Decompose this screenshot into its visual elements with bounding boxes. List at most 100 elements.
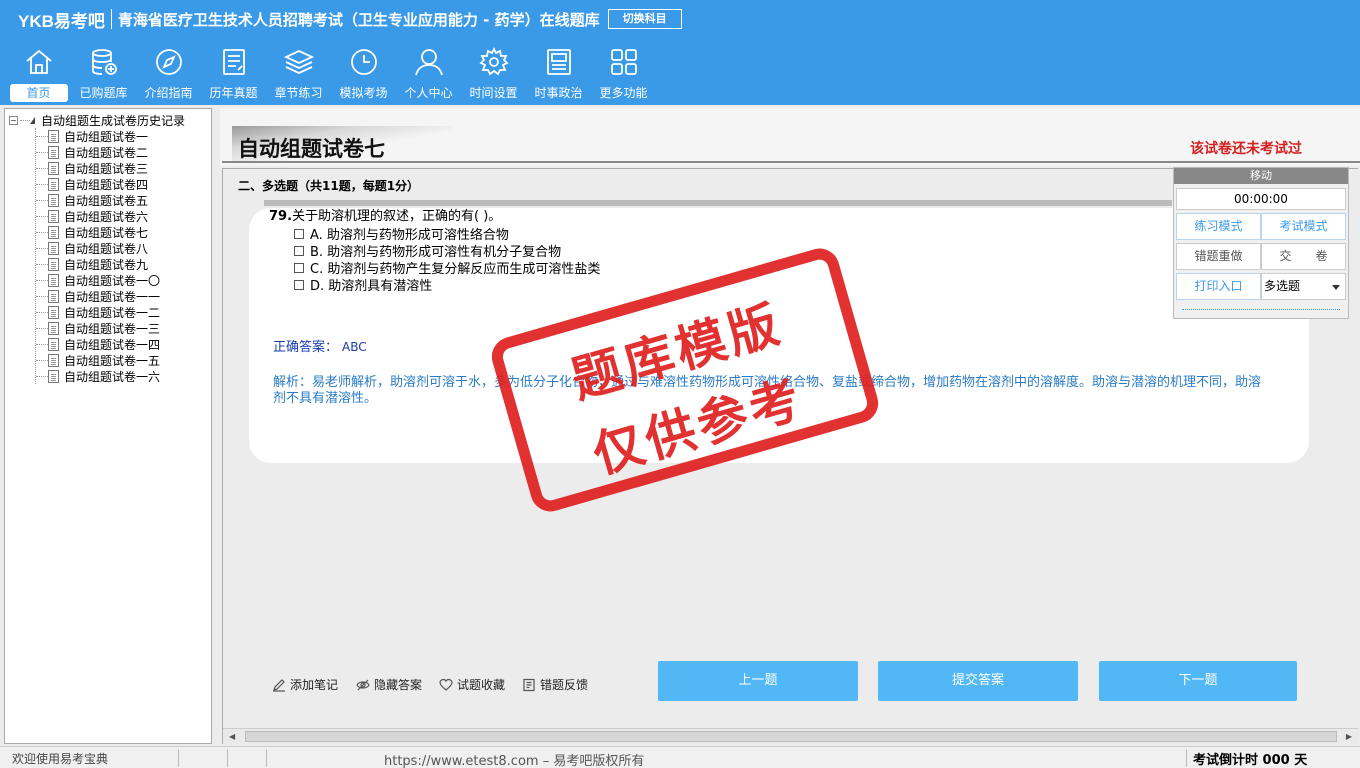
- checkbox[interactable]: [294, 279, 304, 290]
- question-type-select[interactable]: 多选题: [1261, 273, 1346, 300]
- collapse-icon[interactable]: −: [9, 115, 18, 125]
- print-button[interactable]: 打印入口: [1176, 273, 1261, 300]
- scroll-left-icon[interactable]: ◀: [229, 732, 235, 741]
- add-note-action[interactable]: 添加笔记: [272, 676, 338, 693]
- tree-connector: [36, 199, 48, 201]
- option-label: D. 助溶剂具有潜溶性: [310, 279, 433, 294]
- nav-label: 章节练习: [274, 86, 323, 100]
- tree-item-label: 自动组题试卷三: [64, 161, 149, 176]
- gear-icon: [478, 46, 509, 76]
- tree-item[interactable]: 自动组题试卷一五: [36, 352, 160, 368]
- nav-label: 已购题库: [79, 86, 128, 100]
- tool-slider[interactable]: [1182, 304, 1340, 310]
- layers-icon: [283, 50, 314, 74]
- tree-connector: [36, 375, 48, 377]
- tree-item[interactable]: 自动组题试卷六: [36, 208, 160, 224]
- tool-row: 错题重做 交 卷: [1176, 240, 1346, 270]
- switch-subject-button[interactable]: 切换科目: [607, 9, 682, 29]
- nav-label: 介绍指南: [144, 86, 193, 100]
- tree-item[interactable]: 自动组题试卷七: [36, 224, 160, 240]
- tree-item-label: 自动组题试卷一六: [64, 369, 161, 384]
- tree-item[interactable]: 自动组题试卷四: [36, 176, 160, 192]
- next-question-button[interactable]: 下一题: [1099, 661, 1297, 701]
- tree-item[interactable]: 自动组题试卷一六: [36, 368, 160, 384]
- favorite-action[interactable]: 试题收藏: [439, 676, 505, 693]
- tree-connector: [36, 231, 48, 233]
- tree-connector: [36, 183, 48, 185]
- tree-item[interactable]: 自动组题试卷一一: [36, 288, 160, 304]
- option-d[interactable]: D. 助溶剂具有潜溶性: [294, 275, 432, 294]
- document-icon: [48, 289, 59, 303]
- checkbox[interactable]: [294, 262, 304, 273]
- nav-purchased[interactable]: 已购题库: [71, 46, 136, 104]
- tree-root[interactable]: − 自动组题生成试卷历史记录: [9, 112, 185, 128]
- document-icon: [48, 177, 59, 191]
- checkbox[interactable]: [294, 245, 304, 256]
- tree-item-label: 自动组题试卷一〇: [64, 273, 161, 288]
- tree-item[interactable]: 自动组题试卷一二: [36, 304, 160, 320]
- tree-item[interactable]: 自动组题试卷一: [36, 128, 160, 144]
- scroll-thumb[interactable]: [245, 731, 1337, 742]
- nav-label: 更多功能: [599, 86, 648, 100]
- tool-row: 练习模式 考试模式: [1176, 210, 1346, 240]
- tree-connector: [36, 359, 48, 361]
- document-icon: [48, 193, 59, 207]
- submit-answer-button[interactable]: 提交答案: [878, 661, 1078, 701]
- nav-mock-exam[interactable]: 模拟考场: [331, 46, 396, 104]
- redo-wrong-button[interactable]: 错题重做: [1176, 243, 1261, 270]
- checkbox[interactable]: [294, 228, 304, 239]
- tree-item[interactable]: 自动组题试卷五: [36, 192, 160, 208]
- document-icon: [48, 321, 59, 335]
- move-handle[interactable]: 移动: [1174, 168, 1348, 184]
- prev-question-button[interactable]: 上一题: [658, 661, 858, 701]
- tree-item-label: 自动组题试卷七: [64, 225, 149, 240]
- divider: [222, 161, 1360, 163]
- tree-connector: [36, 247, 48, 249]
- document-icon: [48, 369, 59, 383]
- tree-item[interactable]: 自动组题试卷八: [36, 240, 160, 256]
- home-icon: [25, 49, 52, 74]
- nav-label: 时事政治: [534, 86, 583, 100]
- tree-item[interactable]: 自动组题试卷三: [36, 160, 160, 176]
- question-stem: 关于助溶机理的叙述，正确的有( )。: [292, 209, 502, 224]
- main-nav: 首页 已购题库 介绍指南 历年真题 章节练习 模拟考场 个人中心 时间设置 时事…: [6, 46, 656, 104]
- compass-icon: [155, 49, 182, 75]
- question-text: 79.关于助溶机理的叙述，正确的有( )。: [269, 205, 501, 224]
- nav-chapter-practice[interactable]: 章节练习: [266, 46, 331, 104]
- tree-connector: [36, 295, 48, 297]
- nav-home[interactable]: 首页: [6, 46, 71, 104]
- history-tree-panel: − 自动组题生成试卷历史记录 自动组题试卷一 自动组题试卷二 自动组题试卷三 自动组题…: [4, 108, 212, 744]
- user-icon: [414, 49, 443, 76]
- nav-more[interactable]: 更多功能: [591, 46, 656, 104]
- nav-personal-center[interactable]: 个人中心: [396, 46, 461, 104]
- status-separator: [178, 749, 179, 767]
- document-icon: [48, 225, 59, 239]
- nav-label: 模拟考场: [339, 86, 388, 100]
- news-icon: [546, 49, 571, 75]
- exam-countdown: 考试倒计时 000 天: [1193, 753, 1308, 768]
- tree-item[interactable]: 自动组题试卷九: [36, 256, 160, 272]
- hide-answer-action[interactable]: 隐藏答案: [356, 676, 422, 693]
- nav-guide[interactable]: 介绍指南: [136, 46, 201, 104]
- pencil-icon: [273, 678, 285, 692]
- nav-past-papers[interactable]: 历年真题: [201, 46, 266, 104]
- status-separator: [266, 749, 267, 767]
- tree-item[interactable]: 自动组题试卷一四: [36, 336, 160, 352]
- practice-mode-button[interactable]: 练习模式: [1176, 213, 1261, 240]
- tree-item[interactable]: 自动组题试卷一〇: [36, 272, 160, 288]
- nav-time-settings[interactable]: 时间设置: [461, 46, 526, 104]
- tree-item[interactable]: 自动组题试卷二: [36, 144, 160, 160]
- nav-label: 首页: [9, 84, 68, 102]
- tree-item-label: 自动组题试卷二: [64, 145, 149, 160]
- list-icon: [222, 49, 245, 75]
- scroll-right-icon[interactable]: ▶: [1346, 732, 1352, 741]
- horizontal-scrollbar[interactable]: ◀ ▶: [223, 728, 1358, 744]
- tree-connector: [36, 215, 48, 217]
- document-icon: [48, 161, 59, 175]
- submit-paper-button[interactable]: 交 卷: [1261, 243, 1346, 270]
- feedback-action[interactable]: 错题反馈: [522, 676, 588, 693]
- tree-item[interactable]: 自动组题试卷一三: [36, 320, 160, 336]
- status-separator: [227, 749, 228, 767]
- nav-current-affairs[interactable]: 时事政治: [526, 46, 591, 104]
- exam-mode-button[interactable]: 考试模式: [1261, 213, 1346, 240]
